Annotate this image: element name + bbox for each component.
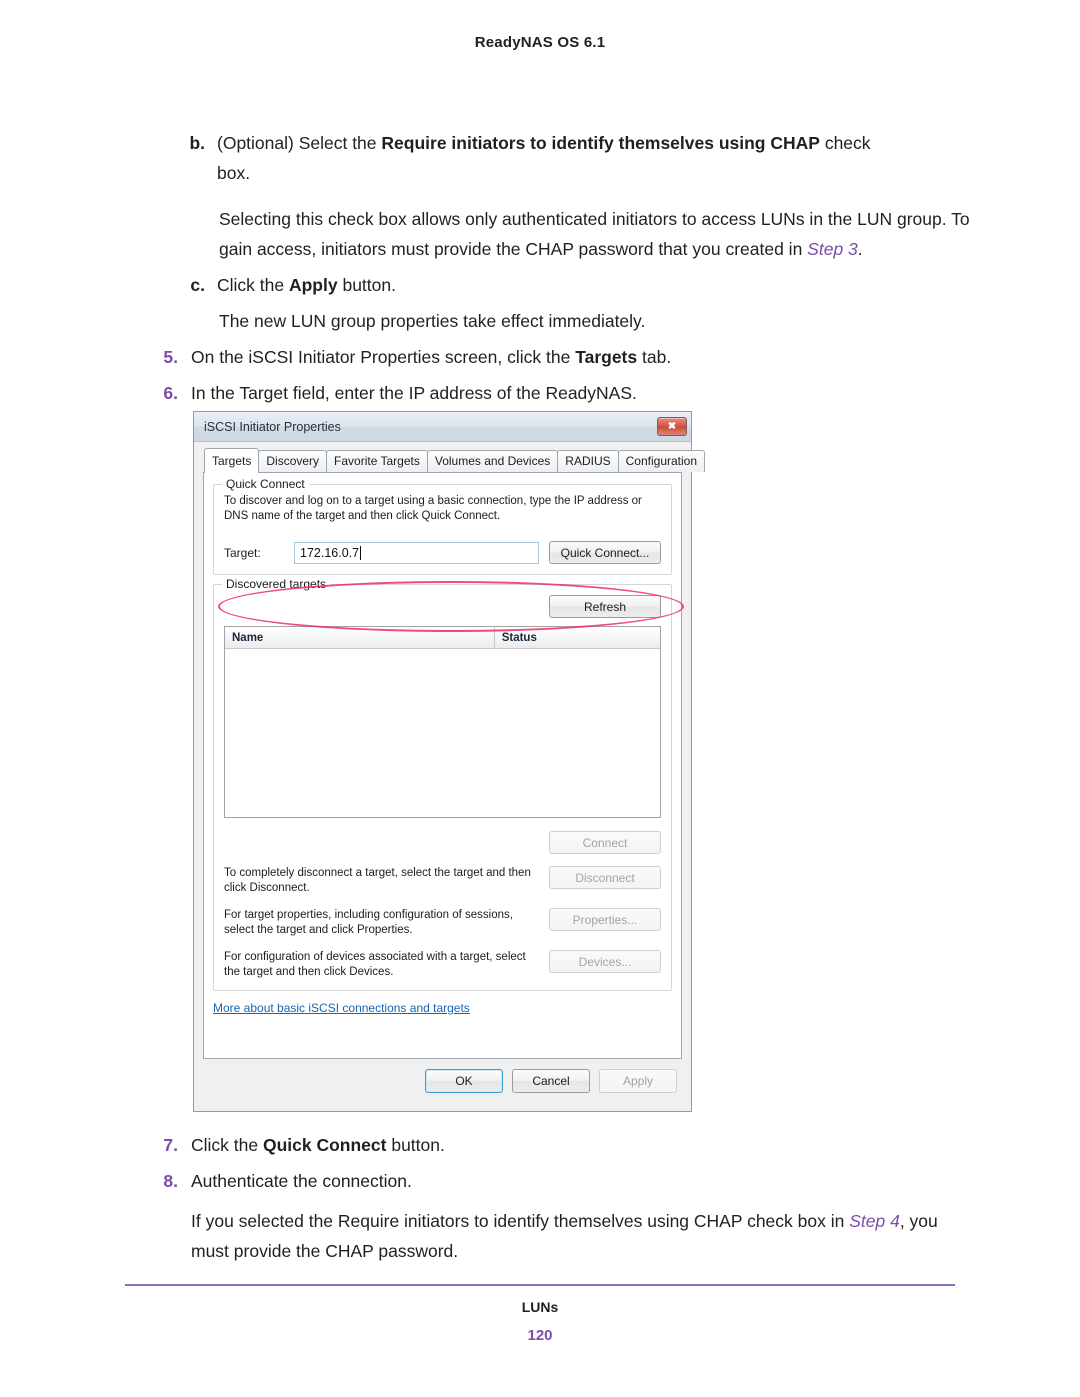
step-8-text: Authenticate the connection. [191,1171,412,1191]
devices-button-cell: Devices... [549,950,661,973]
disconnect-action-row: To completely disconnect a target, selec… [224,866,661,896]
step-6-text: In the Target field, enter the IP addres… [191,383,637,403]
step-6: 6. In the Target field, enter the IP add… [0,378,1080,408]
step-4-crossref[interactable]: Step 4 [849,1211,900,1231]
tab-targets[interactable]: Targets [204,448,260,473]
target-label: Target: [224,545,261,560]
disconnect-button[interactable]: Disconnect [549,866,661,889]
target-input-value: 172.16.0.7 [300,545,360,560]
step-5-text-before: On the iSCSI Initiator Properties screen… [191,347,576,367]
dialog-footer: OK Cancel Apply [194,1059,691,1111]
step-b: b. (Optional) Select the Require initiat… [0,128,1080,188]
step-5-text: On the iSCSI Initiator Properties screen… [191,342,966,372]
step-b-text: (Optional) Select the Require initiators… [217,128,992,188]
tab-radius[interactable]: RADIUS [557,450,619,472]
apply-button[interactable]: Apply [599,1069,677,1093]
disconnect-button-cell: Disconnect [549,866,661,889]
step-5-marker: 5. [163,347,178,367]
refresh-row: Refresh [224,595,661,618]
text-caret [360,545,362,560]
tab-favorite-targets[interactable]: Favorite Targets [326,450,428,472]
table-header-row: Name Status [225,627,660,649]
disconnect-help-text: To completely disconnect a target, selec… [224,867,531,894]
step-b-text-before: (Optional) Select the [217,133,382,153]
step-8-marker: 8. [163,1171,178,1191]
step-7-text: Click the Quick Connect button. [191,1130,966,1160]
connect-button[interactable]: Connect [549,831,661,854]
step-6-marker: 6. [163,383,178,403]
quick-connect-group-title: Quick Connect [222,477,309,491]
quick-connect-button[interactable]: Quick Connect... [549,541,661,564]
discovered-targets-table[interactable]: Name Status [224,626,661,818]
table-body-empty [225,649,660,817]
ok-button[interactable]: OK [425,1069,503,1093]
cancel-button[interactable]: Cancel [512,1069,590,1093]
connect-action-row: Connect [224,831,661,854]
devices-help-text: For configuration of devices associated … [224,951,526,978]
step-c-paragraph: The new LUN group properties take effect… [219,311,646,331]
dialog-title: iSCSI Initiator Properties [204,419,341,434]
page-running-header: ReadyNAS OS 6.1 [474,34,606,51]
devices-action-row: For configuration of devices associated … [224,950,661,980]
dialog-body: Targets Discovery Favorite Targets Volum… [194,443,706,1111]
step-b-bold: Require initiators to identify themselve… [381,133,820,153]
close-icon[interactable]: ✖ [657,417,687,436]
quick-connect-group: Quick Connect To discover and log on to … [213,477,672,575]
step-b-paragraph: Selecting this check box allows only aut… [219,204,979,264]
document-body-lower: 7. Click the Quick Connect button. 8. Au… [0,1130,1080,1266]
footer-divider [125,1284,955,1286]
more-about-iscsi-link[interactable]: More about basic iSCSI connections and t… [213,1001,672,1015]
tab-discovery[interactable]: Discovery [258,450,328,472]
footer-section-title: LUNs [521,1299,559,1315]
footer-page-number: 120 [527,1327,553,1344]
column-header-name[interactable]: Name [225,627,495,648]
properties-button-cell: Properties... [549,908,661,931]
targets-tab-panel: Quick Connect To discover and log on to … [203,472,684,1059]
step-5-text-after: tab. [637,347,672,367]
devices-button[interactable]: Devices... [549,950,661,973]
step-7-text-after: button. [386,1135,445,1155]
refresh-button[interactable]: Refresh [549,595,661,618]
step-b-para-after: . [857,239,863,259]
step-8-para-before: If you selected the Require initiators t… [191,1211,850,1231]
step-c-marker: c. [190,275,205,295]
step-5-bold: Targets [575,347,638,367]
dialog-tabstrip: Targets Discovery Favorite Targets Volum… [203,448,706,473]
step-7: 7. Click the Quick Connect button. [0,1130,1080,1160]
connect-button-cell: Connect [549,831,661,854]
properties-action-row: For target properties, including configu… [224,908,661,938]
step-c-bold: Apply [288,275,338,295]
column-header-status[interactable]: Status [495,627,660,648]
step-c: c. Click the Apply button. [0,270,1080,300]
properties-help-text: For target properties, including configu… [224,909,513,936]
step-c-text: Click the Apply button. [217,270,992,300]
step-8-paragraph: If you selected the Require initiators t… [191,1206,951,1266]
iscsi-initiator-dialog: iSCSI Initiator Properties ✖ Targets Dis… [193,411,706,1112]
step-c-text-after: button. [337,275,396,295]
step-7-text-before: Click the [191,1135,263,1155]
step-8: 8. Authenticate the connection. [0,1166,1080,1196]
discovered-targets-group-title: Discovered targets [222,577,331,591]
quick-connect-description: To discover and log on to a target using… [224,495,642,522]
step-3-crossref[interactable]: Step 3 [807,239,858,259]
step-b-marker: b. [189,133,205,153]
tab-configuration[interactable]: Configuration [617,450,706,472]
properties-button[interactable]: Properties... [549,908,661,931]
iscsi-initiator-dialog-figure: iSCSI Initiator Properties ✖ Targets Dis… [193,411,706,1112]
step-7-bold: Quick Connect [262,1135,387,1155]
dialog-titlebar: iSCSI Initiator Properties ✖ [194,412,691,442]
step-5: 5. On the iSCSI Initiator Properties scr… [0,342,1080,372]
target-input[interactable]: 172.16.0.7 [294,541,539,564]
document-body: b. (Optional) Select the Require initiat… [0,128,1080,408]
step-c-text-before: Click the [217,275,289,295]
target-row: Target: 172.16.0.7 Quick Connect... [224,541,661,564]
tab-volumes-and-devices[interactable]: Volumes and Devices [426,450,559,472]
step-7-marker: 7. [163,1135,178,1155]
discovered-targets-group: Discovered targets Refresh Name Status C… [213,577,672,991]
